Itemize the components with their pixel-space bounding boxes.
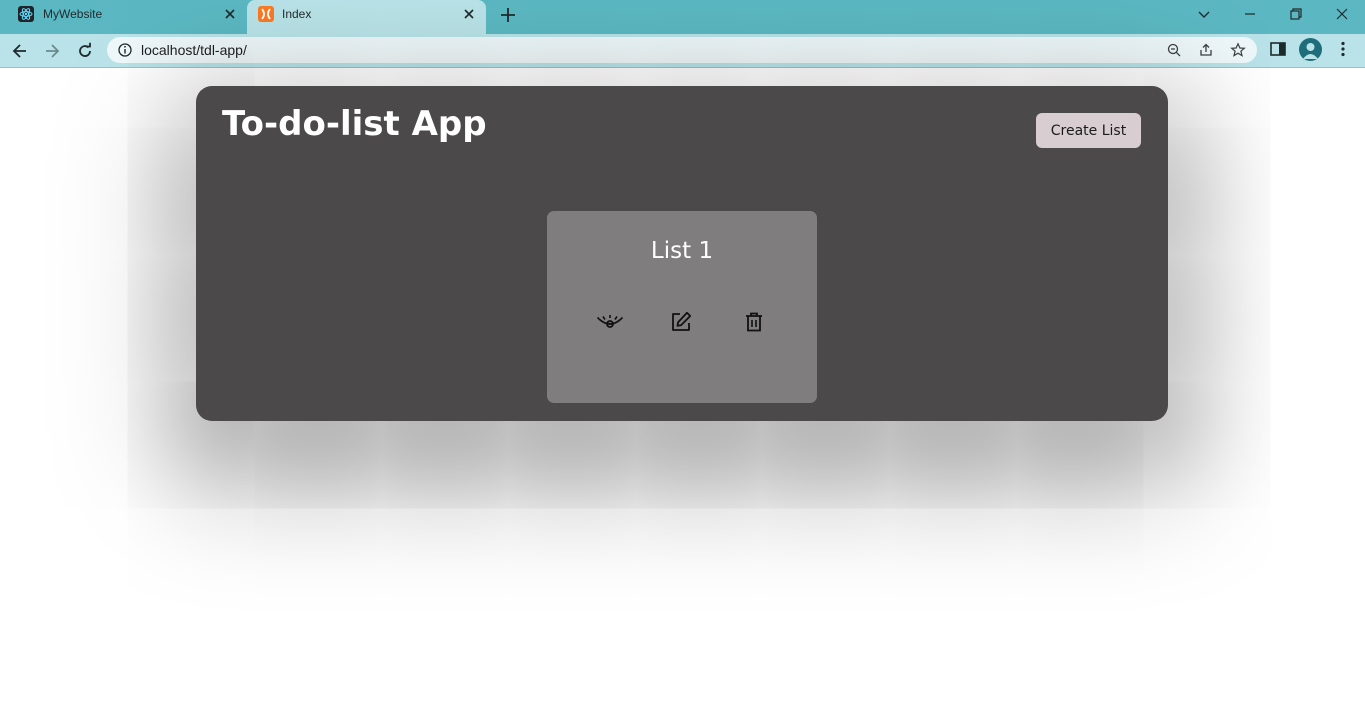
side-panel-icon[interactable] xyxy=(1268,39,1288,59)
back-icon[interactable] xyxy=(10,41,30,61)
view-icon[interactable] xyxy=(596,309,624,335)
tab-index[interactable]: Index xyxy=(247,0,486,34)
create-list-button[interactable]: Create List xyxy=(1036,113,1141,148)
tab-mywebsite[interactable]: MyWebsite xyxy=(0,0,246,28)
minimize-icon[interactable] xyxy=(1240,4,1260,24)
todo-app-panel: To-do-list App Create List List 1 xyxy=(196,86,1168,421)
profile-avatar-icon[interactable] xyxy=(1299,38,1322,61)
page-title: To-do-list App xyxy=(222,104,487,144)
zoom-icon[interactable] xyxy=(1166,42,1182,58)
bookmark-star-icon[interactable] xyxy=(1230,42,1246,58)
tab-title: Index xyxy=(282,7,312,21)
toolbar-divider xyxy=(0,67,1365,68)
url-text: localhost/tdl-app/ xyxy=(141,42,247,58)
close-window-icon[interactable] xyxy=(1332,4,1352,24)
restore-icon[interactable] xyxy=(1286,4,1306,24)
close-tab-icon[interactable] xyxy=(222,6,238,22)
site-info-icon[interactable] xyxy=(117,42,133,58)
browser-tabstrip: MyWebsite Index xyxy=(0,0,1365,34)
forward-icon[interactable] xyxy=(42,41,62,61)
list-card: List 1 xyxy=(547,211,817,403)
edit-icon[interactable] xyxy=(667,309,695,335)
reload-icon[interactable] xyxy=(75,41,95,61)
new-tab-icon[interactable] xyxy=(498,5,518,25)
address-bar[interactable]: localhost/tdl-app/ xyxy=(107,37,1257,63)
list-title: List 1 xyxy=(650,238,714,264)
xampp-icon xyxy=(258,6,274,22)
close-tab-icon[interactable] xyxy=(461,6,477,22)
tab-title: MyWebsite xyxy=(43,7,103,21)
delete-icon[interactable] xyxy=(740,309,768,335)
react-icon xyxy=(18,6,34,22)
tab-search-chevron-icon[interactable] xyxy=(1194,4,1214,24)
more-menu-icon[interactable] xyxy=(1333,39,1353,59)
share-icon[interactable] xyxy=(1198,42,1214,58)
